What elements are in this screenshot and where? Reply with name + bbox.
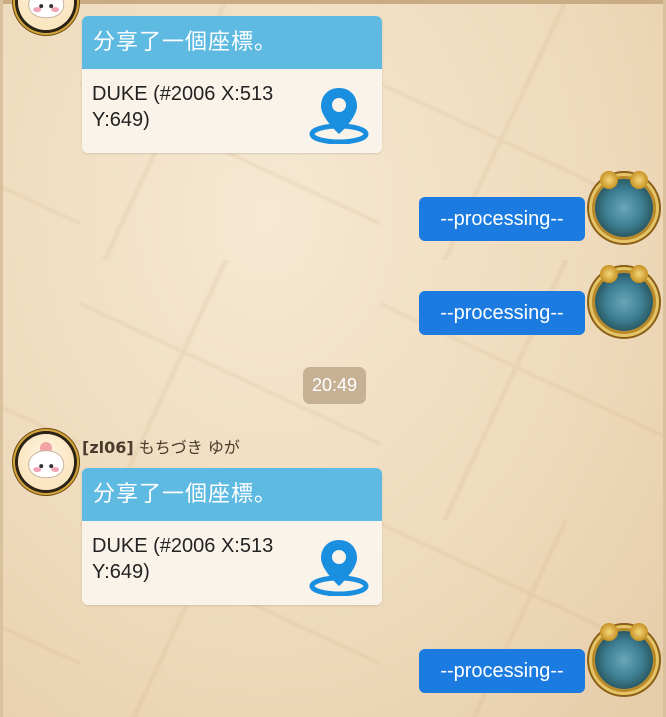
sender-avatar[interactable] bbox=[18, 0, 74, 30]
avatar-ornament bbox=[600, 623, 618, 641]
avatar-ornament bbox=[600, 265, 618, 283]
sender-name-line[interactable]: [zl06] もちづき ゆが bbox=[82, 434, 240, 458]
sender-avatar[interactable] bbox=[18, 434, 74, 490]
user-avatar[interactable] bbox=[595, 171, 653, 237]
map-pin-icon[interactable] bbox=[308, 536, 370, 596]
location-card[interactable]: 分享了一個座標。 DUKE (#2006 X:513 Y:649) bbox=[82, 16, 382, 153]
sender-name: もちづき ゆが bbox=[138, 438, 240, 457]
message-bubble[interactable]: --processing-- bbox=[419, 197, 585, 241]
location-card-header: 分享了一個座標。 bbox=[82, 16, 382, 69]
avatar-face bbox=[28, 450, 64, 479]
map-pin-icon[interactable] bbox=[308, 84, 370, 144]
top-border bbox=[0, 0, 666, 4]
avatar-cheek bbox=[50, 466, 59, 472]
sender-guild-tag: [zl06] bbox=[82, 438, 134, 457]
timestamp-badge: 20:49 bbox=[303, 367, 366, 404]
location-card-header: 分享了一個座標。 bbox=[82, 468, 382, 521]
avatar-ornament bbox=[630, 265, 648, 283]
avatar-ornament bbox=[600, 171, 618, 189]
user-avatar[interactable] bbox=[595, 623, 653, 689]
message-bubble[interactable]: --processing-- bbox=[419, 649, 585, 693]
location-coordinates: DUKE (#2006 X:513 Y:649) bbox=[92, 83, 274, 131]
avatar-cheek bbox=[33, 466, 42, 472]
location-coordinates: DUKE (#2006 X:513 Y:649) bbox=[92, 535, 274, 583]
location-card-body[interactable]: DUKE (#2006 X:513 Y:649) bbox=[82, 521, 382, 605]
avatar-ornament bbox=[630, 171, 648, 189]
avatar-cheek bbox=[33, 6, 42, 12]
location-card[interactable]: 分享了一個座標。 DUKE (#2006 X:513 Y:649) bbox=[82, 468, 382, 605]
location-card-body[interactable]: DUKE (#2006 X:513 Y:649) bbox=[82, 69, 382, 153]
avatar-ornament bbox=[630, 623, 648, 641]
avatar-cheek bbox=[50, 6, 59, 12]
left-border bbox=[0, 0, 3, 717]
user-avatar[interactable] bbox=[595, 265, 653, 331]
message-bubble[interactable]: --processing-- bbox=[419, 291, 585, 335]
avatar-face bbox=[28, 0, 64, 19]
